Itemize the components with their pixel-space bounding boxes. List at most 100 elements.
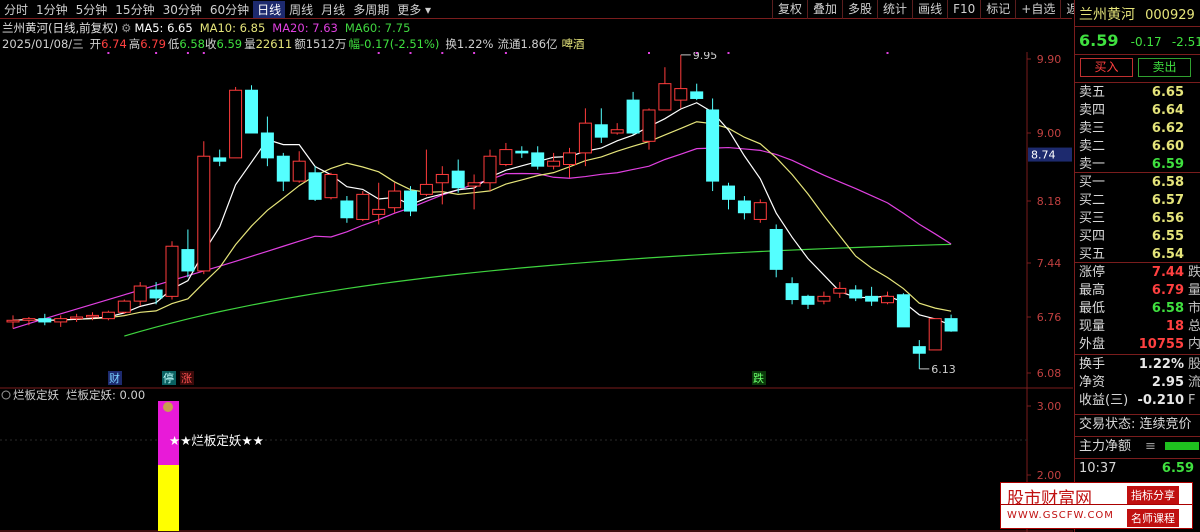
ask-row: 卖三 6.62 (1079, 120, 1200, 138)
collapse-icon (1, 390, 11, 400)
dot-marker (648, 52, 650, 54)
stat-value: 6.58 (1151, 301, 1184, 316)
marker-cai: 财 (109, 371, 120, 385)
indicator-panel: 烂板定妖 烂板定妖: 0.00 3.00 2.00 ★★烂板定妖★★ (0, 388, 1061, 531)
toolbar-right: 复权叠加多股统计画线F10标记+自选返回 (772, 0, 1095, 19)
period-1[interactable]: 1分钟 (32, 1, 72, 18)
candle-body (372, 208, 386, 215)
stat-row: 现量 18 总 (1079, 318, 1200, 336)
toolbar-button-0[interactable]: 复权 (772, 0, 807, 19)
period-5[interactable]: 60分钟 (206, 1, 253, 18)
ask-value: 6.60 (1151, 139, 1184, 154)
dot-marker (377, 52, 380, 54)
stat2-extra: F (1188, 393, 1196, 408)
candle-body (483, 155, 497, 184)
candles (6, 54, 958, 369)
period-6[interactable]: 日线 (253, 0, 286, 18)
bid-value: 6.58 (1151, 175, 1184, 190)
dot-marker (504, 52, 507, 54)
stat-label: 涨停 (1079, 265, 1106, 280)
close-value: 6.59 (216, 37, 243, 51)
toolbar-button-3[interactable]: 统计 (877, 0, 912, 19)
period-0[interactable]: 分时 (0, 1, 32, 18)
ask-value: 6.64 (1151, 103, 1184, 118)
ma10-value: MA10: 6.85 (199, 21, 266, 35)
stat-label: 现量 (1079, 319, 1106, 334)
toolbar-button-6[interactable]: 标记 (980, 0, 1015, 19)
candle-body (928, 318, 942, 351)
indicator-signal: ★★烂板定妖★★ (169, 433, 264, 448)
candle-body (658, 83, 672, 111)
period-10[interactable]: 更多 ▾ (393, 1, 435, 18)
ma60-line (124, 243, 952, 337)
stat2-label: 净资 (1079, 375, 1106, 390)
ask-label: 卖三 (1079, 121, 1106, 136)
ma60-path (124, 243, 952, 337)
candle-body (626, 99, 640, 134)
toolbar-button-1[interactable]: 叠加 (807, 0, 842, 19)
candle-body (785, 283, 799, 301)
bid-value: 6.56 (1151, 211, 1184, 226)
candle-body (260, 132, 274, 159)
list-icon: ≡ (1145, 439, 1156, 454)
candle-body (229, 89, 243, 159)
watermark-url: WWW.GSCFW.COM (1007, 510, 1114, 521)
gear-icon[interactable]: ⚙ (121, 21, 131, 35)
period-9[interactable]: 多周期 (349, 1, 393, 18)
candle-body (610, 129, 624, 134)
candle-body (690, 91, 704, 99)
candle-body (70, 316, 84, 320)
dot-marker (107, 52, 110, 54)
stat-value: 10755 (1138, 337, 1184, 352)
stat2-row: 净资 2.95 流 (1079, 374, 1200, 392)
marker-ting: 停 (163, 371, 174, 385)
period-7[interactable]: 周线 (285, 1, 317, 18)
candle-body (6, 319, 20, 323)
bid-label: 买四 (1079, 229, 1106, 244)
candle-body (308, 172, 322, 200)
quote-change: -0.17 (1130, 35, 1162, 49)
candle-body (642, 109, 656, 142)
stat-extra: 量 (1188, 283, 1200, 298)
stat-extra: 市 (1188, 301, 1200, 316)
quote-stock-name: 兰州黄河 (1079, 7, 1135, 23)
period-3[interactable]: 15分钟 (111, 1, 158, 18)
period-8[interactable]: 月线 (317, 1, 349, 18)
stat-value: 7.44 (1151, 265, 1184, 280)
ask-value: 6.65 (1151, 85, 1184, 100)
quote-header: 兰州黄河 000929 (1079, 4, 1200, 26)
candle-body (276, 155, 290, 182)
indicator-title: 烂板定妖 (13, 388, 59, 402)
candle-body (117, 300, 131, 313)
candle-body (531, 152, 545, 167)
candle-body (515, 150, 529, 154)
ma20-value: MA20: 7.63 (272, 21, 338, 35)
volume-value: 22611 (255, 37, 293, 51)
turnover-value: 换1.22% (445, 37, 494, 51)
marker-zhang: 涨 (181, 372, 192, 385)
stat2-label: 换手 (1079, 357, 1106, 372)
kline-chart[interactable]: 9.90 9.00 8.18 7.44 6.76 6.08 8.74 9.95 6.13 财 停涨… (0, 52, 1073, 532)
candle-body (833, 287, 847, 294)
toolbar-button-2[interactable]: 多股 (842, 0, 877, 19)
candle-body (404, 190, 417, 212)
toolbar-button-4[interactable]: 画线 (912, 0, 947, 19)
ask-label: 卖五 (1079, 85, 1106, 100)
stat-value: 18 (1165, 319, 1184, 334)
toolbar-button-7[interactable]: +自选 (1015, 0, 1060, 19)
tick-row: 10:37 6.59 (1079, 460, 1200, 478)
stat2-value: 2.95 (1151, 375, 1184, 390)
sell-button[interactable]: 卖出 (1138, 58, 1191, 77)
mainforce-row[interactable]: 主力净额 ≡ (1079, 438, 1200, 456)
price-label: 6.76 (1037, 311, 1062, 324)
candle-body (388, 190, 402, 209)
candle-body (101, 311, 115, 320)
period-2[interactable]: 5分钟 (72, 1, 112, 18)
stat-extra: 跌 (1188, 265, 1200, 280)
stat2-label: 收益(三) (1079, 393, 1129, 408)
toolbar-button-5[interactable]: F10 (947, 0, 980, 19)
candle-body (769, 228, 783, 270)
buy-button[interactable]: 买入 (1080, 58, 1133, 77)
period-4[interactable]: 30分钟 (159, 1, 206, 18)
candle-body (149, 289, 163, 299)
